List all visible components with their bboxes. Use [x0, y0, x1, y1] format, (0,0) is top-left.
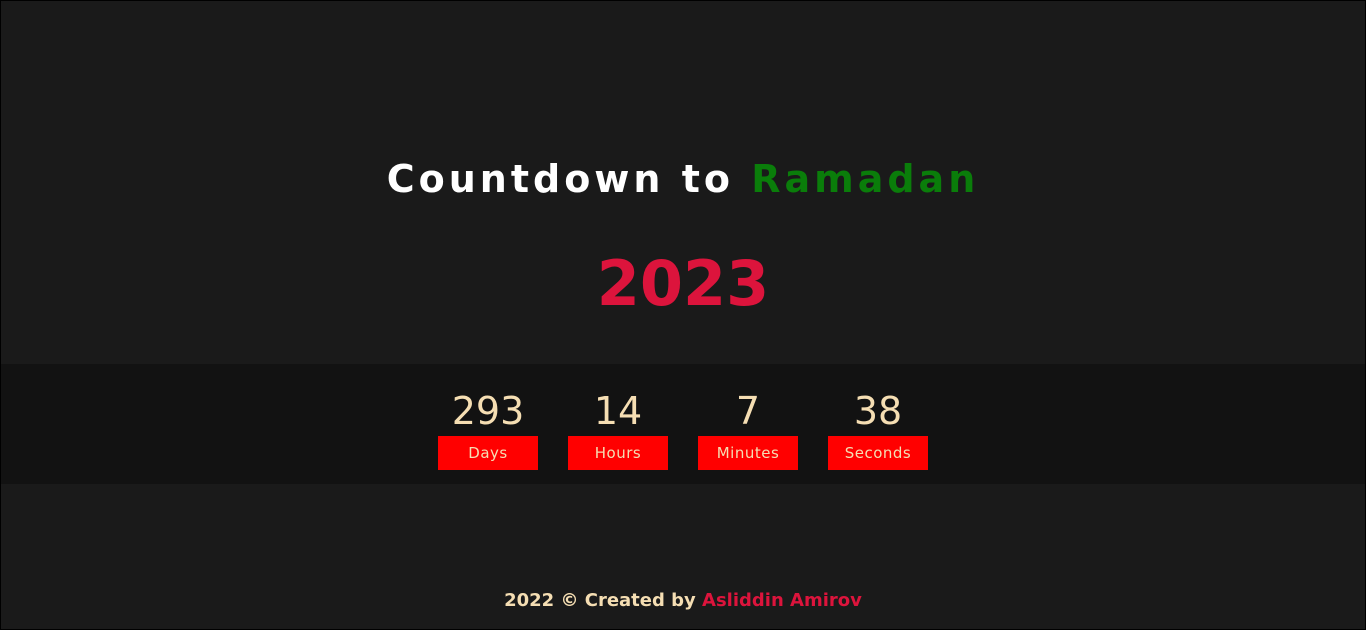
footer-author: Asliddin Amirov	[702, 590, 862, 611]
footer-text: 2022 © Created by	[504, 590, 703, 611]
hours-value: 14	[593, 389, 643, 433]
minutes-value: 7	[735, 389, 761, 433]
days-label: Days	[438, 436, 538, 470]
seconds-label: Seconds	[828, 436, 928, 470]
countdown-band: 293 Days 14 Hours 7 Minutes 38 Seconds	[1, 364, 1365, 484]
countdown-minutes: 7 Minutes	[698, 364, 798, 470]
days-value: 293	[451, 389, 525, 433]
seconds-value: 38	[853, 389, 903, 433]
title-highlight: Ramadan	[751, 157, 980, 201]
minutes-label: Minutes	[698, 436, 798, 470]
countdown-seconds: 38 Seconds	[828, 364, 928, 470]
countdown-hours: 14 Hours	[568, 364, 668, 470]
page-title: Countdown to Ramadan	[1, 157, 1365, 201]
title-prefix: Countdown to	[386, 157, 752, 201]
countdown-days: 293 Days	[438, 364, 538, 470]
target-year: 2023	[596, 247, 770, 320]
hours-label: Hours	[568, 436, 668, 470]
footer: 2022 © Created by Asliddin Amirov	[1, 590, 1365, 611]
